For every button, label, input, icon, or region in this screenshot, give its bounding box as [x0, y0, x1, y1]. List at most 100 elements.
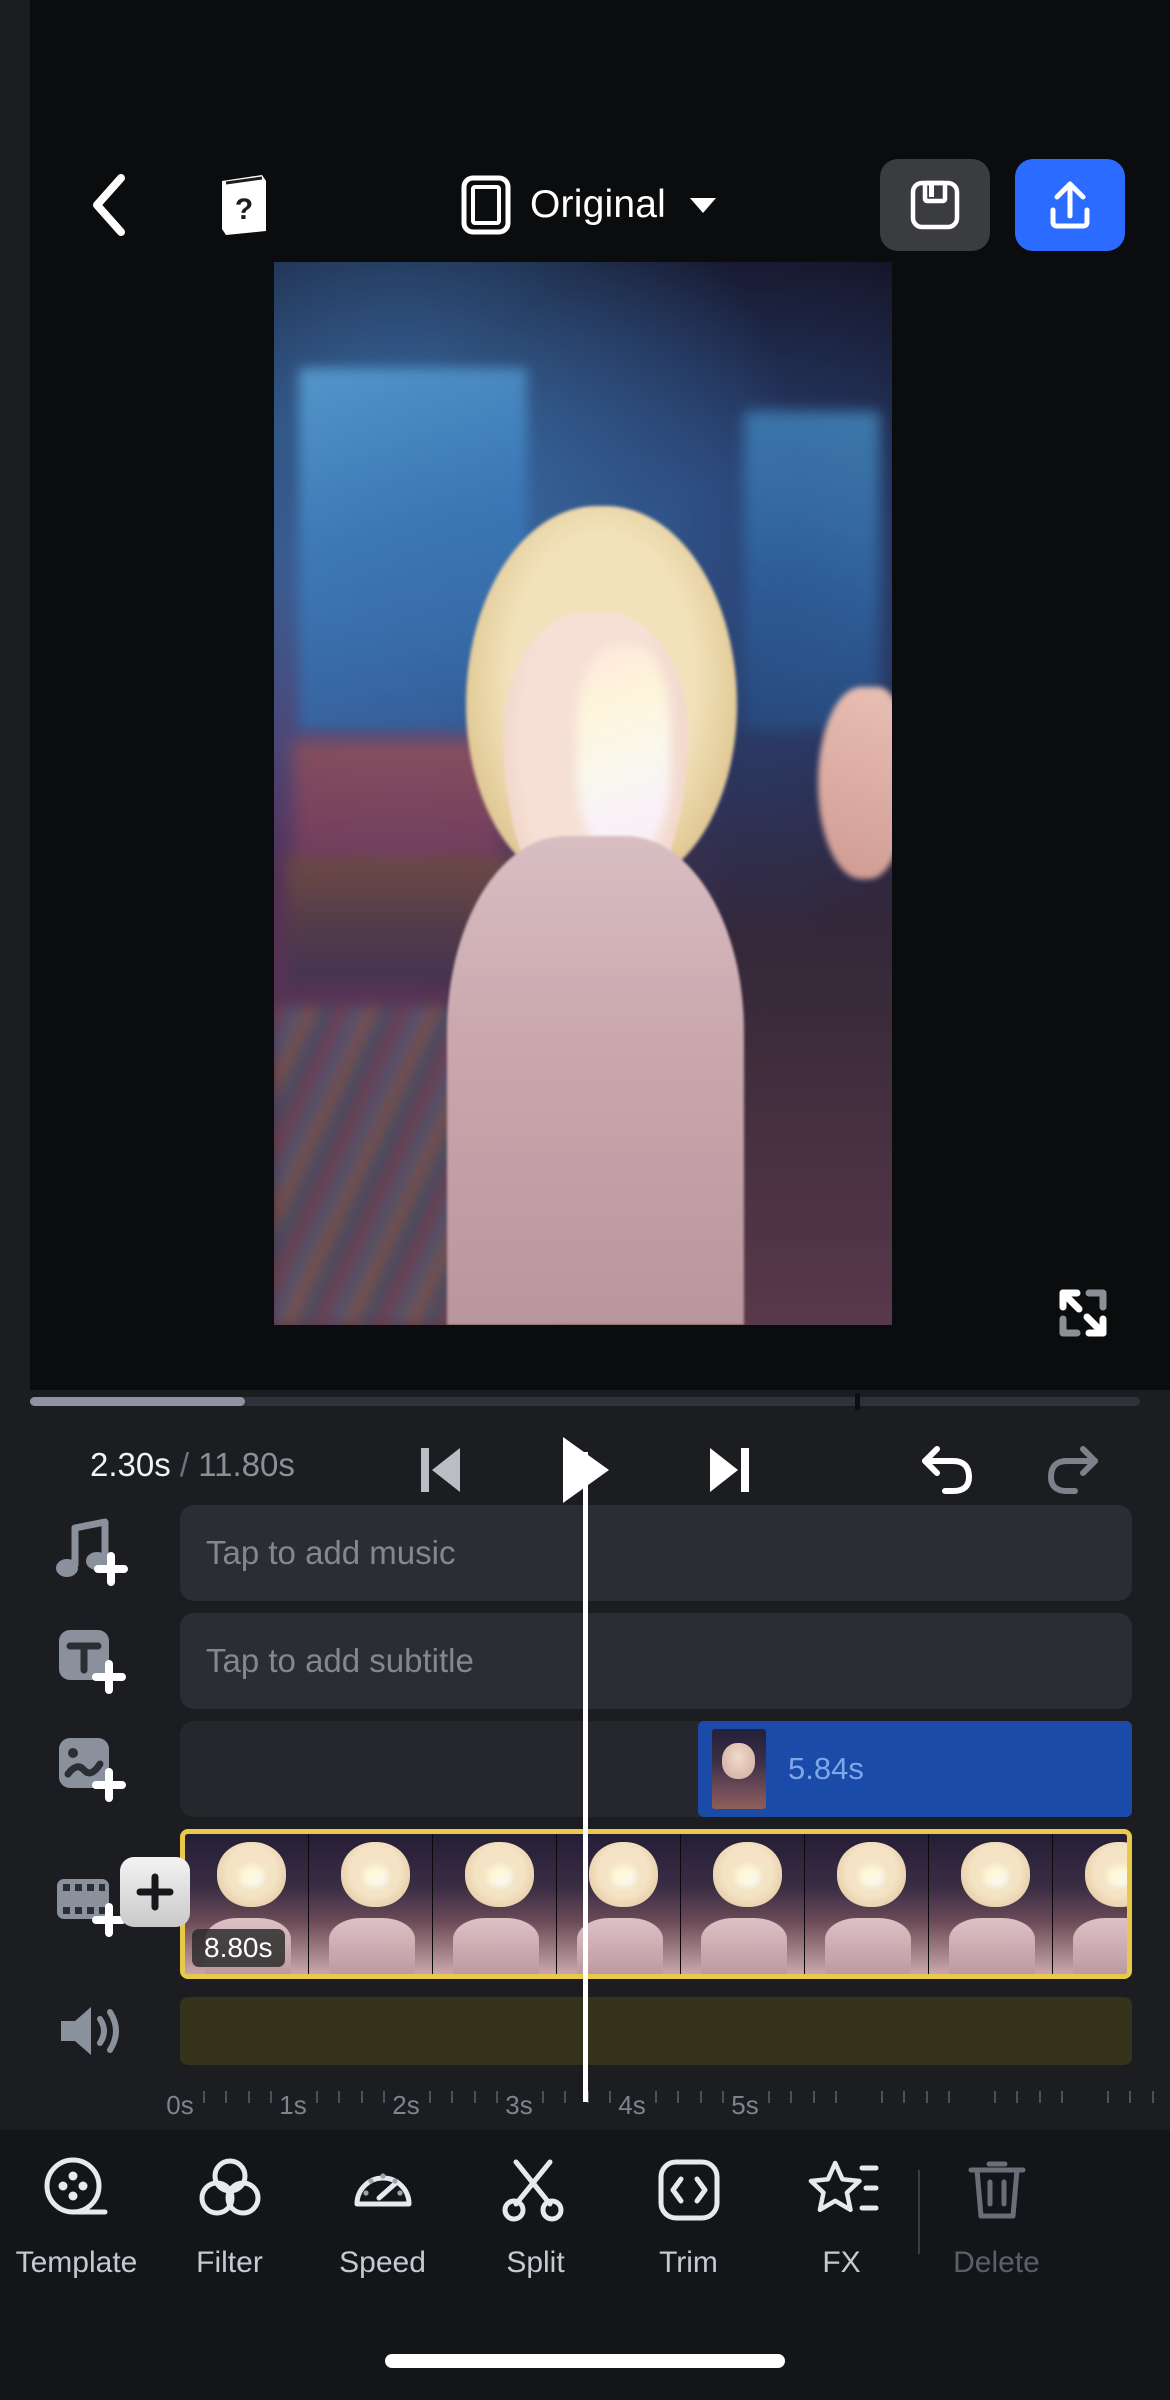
video-clip-container: 8.80s	[120, 1829, 1132, 1979]
fullscreen-expand-icon	[1059, 1289, 1107, 1337]
upload-export-icon	[1050, 181, 1090, 229]
save-button[interactable]	[880, 159, 990, 251]
tool-speed[interactable]: Speed	[306, 2152, 459, 2280]
playhead[interactable]	[583, 1452, 588, 2102]
add-text-icon	[59, 1630, 126, 1694]
trash-icon	[968, 2161, 1025, 2219]
add-music-placeholder[interactable]: Tap to add music	[180, 1505, 1132, 1601]
ruler-tick	[315, 2091, 318, 2103]
ruler-tick	[993, 2091, 996, 2103]
aspect-ratio-selector[interactable]: Original	[460, 167, 716, 243]
clip-thumbnail	[929, 1834, 1053, 1974]
ruler-tick	[473, 2091, 476, 2103]
ruler-tick	[338, 2091, 341, 2103]
svg-text:?: ?	[235, 193, 253, 226]
tool-template[interactable]: Template	[0, 2152, 153, 2280]
ruler-tick	[564, 2091, 567, 2103]
skip-next-icon	[710, 1448, 749, 1492]
ruler-tick	[948, 2091, 951, 2103]
video-clip-duration: 8.80s	[192, 1929, 285, 1967]
current-time: 2.30s	[90, 1446, 171, 1483]
ruler-label: 4s	[618, 2090, 646, 2120]
tutorial-book-icon: ?	[222, 175, 266, 235]
preview-stage: ? Original	[30, 0, 1170, 1390]
ruler-label: 5s	[731, 2090, 759, 2120]
clip-thumbnail	[557, 1834, 681, 1974]
clip-thumbnail	[433, 1834, 557, 1974]
help-tutorial-button[interactable]: ?	[205, 167, 281, 243]
ruler-tick	[699, 2091, 702, 2103]
ruler-tick	[428, 2091, 431, 2103]
fullscreen-button[interactable]	[1048, 1278, 1118, 1348]
scissors-icon	[502, 2159, 563, 2222]
three-circles-icon	[199, 2158, 260, 2216]
ruler-label: 3s	[505, 2090, 533, 2120]
sticker-lane[interactable]: 5.84s	[180, 1721, 1132, 1817]
add-subtitle-button[interactable]	[0, 1624, 180, 1698]
tool-filter[interactable]: Filter	[153, 2152, 306, 2280]
video-clip[interactable]	[180, 1829, 1132, 1979]
save-floppy-icon	[910, 180, 960, 230]
tool-label: Delete	[953, 2246, 1040, 2279]
preview-artwork-right	[743, 410, 880, 730]
tool-label: Speed	[339, 2246, 426, 2279]
overlay-clip-thumbnail	[712, 1729, 766, 1809]
redo-button[interactable]	[1034, 1432, 1110, 1508]
add-clip-button[interactable]	[120, 1857, 190, 1927]
next-frame-button[interactable]	[695, 1435, 765, 1505]
ruler-tick	[1016, 2091, 1019, 2103]
ruler-tick	[541, 2091, 544, 2103]
tool-label: Template	[15, 2246, 138, 2279]
ruler-tick	[496, 2091, 499, 2103]
ruler-tick	[880, 2091, 883, 2103]
ruler-tick	[1129, 2091, 1132, 2103]
timeline-ruler[interactable]: 0s 1s 2s 3s 4s 5s	[166, 2077, 1170, 2123]
add-sticker-button[interactable]	[0, 1732, 180, 1806]
bottom-toolbar: Template Filter Speed Split Trim FX Dele…	[0, 2130, 1170, 2400]
video-preview[interactable]	[274, 262, 892, 1325]
ruler-tick	[383, 2091, 386, 2103]
ruler-tick	[360, 2091, 363, 2103]
ruler-tick	[225, 2091, 228, 2103]
add-subtitle-placeholder[interactable]: Tap to add subtitle	[180, 1613, 1132, 1709]
scrollbar-notch	[855, 1393, 860, 1410]
add-sticker-icon	[59, 1738, 126, 1802]
time-separator: /	[179, 1446, 190, 1483]
ruler-tick	[677, 2091, 680, 2103]
home-indicator	[385, 2354, 785, 2368]
back-button[interactable]	[70, 167, 146, 243]
overlay-clip-duration: 5.84s	[788, 1751, 864, 1786]
ruler-tick	[903, 2091, 906, 2103]
aspect-ratio-label: Original	[530, 183, 666, 226]
volume-button[interactable]	[0, 1999, 180, 2063]
video-editor-screen: ? Original 2.30s / 11.80s Tap to add mus…	[0, 0, 1170, 2400]
audio-clip[interactable]	[180, 1997, 1132, 2065]
overlay-clip[interactable]: 5.84s	[698, 1721, 1132, 1817]
ruler-tick	[1151, 2091, 1154, 2103]
volume-icon	[61, 2007, 119, 2055]
ruler-label: 0s	[166, 2090, 194, 2120]
export-button[interactable]	[1015, 159, 1125, 251]
aspect-ratio-portrait-icon	[461, 175, 511, 235]
tool-delete[interactable]: Delete	[920, 2152, 1073, 2280]
tool-fx[interactable]: FX	[765, 2152, 918, 2280]
ruler-tick	[609, 2091, 612, 2103]
clip-thumbnail	[805, 1834, 929, 1974]
tool-split[interactable]: Split	[459, 2152, 612, 2280]
previous-frame-button[interactable]	[405, 1435, 475, 1505]
chevron-down-icon	[690, 197, 716, 213]
ruler-tick	[202, 2091, 205, 2103]
add-music-button[interactable]	[0, 1516, 180, 1590]
ruler-tick	[835, 2091, 838, 2103]
tool-label: FX	[822, 2246, 861, 2279]
top-toolbar: ? Original	[30, 145, 1170, 265]
tool-label: Filter	[196, 2246, 263, 2279]
scrollbar-thumb[interactable]	[30, 1397, 245, 1406]
tool-trim[interactable]: Trim	[612, 2152, 765, 2280]
ruler-tick	[767, 2091, 770, 2103]
ruler-tick	[451, 2091, 454, 2103]
tool-list: Template Filter Speed Split Trim FX Dele…	[0, 2152, 1170, 2322]
undo-button[interactable]	[910, 1432, 986, 1508]
timeline-scrollbar[interactable]	[0, 1393, 1170, 1410]
total-time: 11.80s	[198, 1446, 295, 1483]
